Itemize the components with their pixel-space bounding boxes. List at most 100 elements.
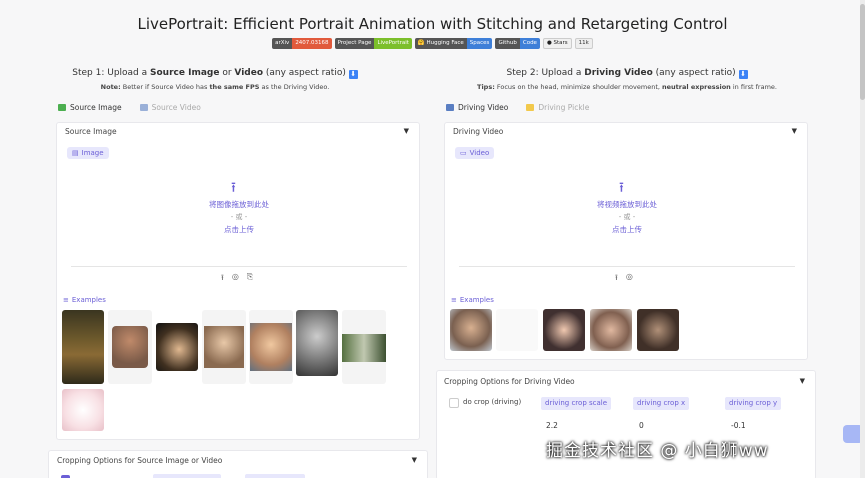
image-icon xyxy=(58,104,66,111)
or-divider: - 或 - xyxy=(618,213,636,221)
crop-source-panel: Cropping Options for Source Image or Vid… xyxy=(48,450,428,478)
badge-right: LivePortrait xyxy=(374,38,412,49)
upload-icon[interactable]: ⭱ xyxy=(231,177,236,201)
note-bold: the same FPS xyxy=(209,83,260,91)
example-thumb-child[interactable] xyxy=(202,310,246,384)
driving-crop-x-input[interactable]: 0 xyxy=(639,421,644,430)
example-thumb-driving-4[interactable] xyxy=(590,309,632,351)
click-upload-link[interactable]: 点击上传 xyxy=(159,224,319,235)
collapse-caret-icon[interactable]: ▼ xyxy=(792,127,797,135)
tip-prefix: Tips: xyxy=(477,83,495,91)
driving-crop-scale-input[interactable]: 2.2 xyxy=(546,421,558,430)
tab-label: Source Image xyxy=(70,103,122,112)
example-thumb-einstein[interactable] xyxy=(296,310,338,376)
list-icon: ≡ xyxy=(63,296,69,304)
thumb-image xyxy=(342,334,386,362)
example-thumb-driving-3[interactable] xyxy=(543,309,585,351)
note-text: Better if Source Video has xyxy=(120,83,210,91)
step2-heading: Step 2: Upload a Driving Video (any aspe… xyxy=(412,68,842,79)
upload-icon[interactable]: ⭱ xyxy=(615,272,618,286)
video-icon: ▭ xyxy=(460,149,467,157)
collapse-caret-icon[interactable]: ▼ xyxy=(404,127,409,135)
download-icon: ⬇ xyxy=(738,70,748,79)
note-suffix: as the Driving Video. xyxy=(259,83,330,91)
thumb-image xyxy=(112,326,148,368)
collapse-caret-icon[interactable]: ▼ xyxy=(412,456,417,464)
source-tabs: Source Image Source Video xyxy=(58,103,201,112)
github-icon: ● xyxy=(546,40,552,46)
field-label-chip xyxy=(245,474,305,478)
tab-driving-pickle[interactable]: Driving Pickle xyxy=(526,103,589,112)
tab-label: Driving Video xyxy=(458,103,509,112)
driving-crop-x-label: driving crop x xyxy=(633,397,690,410)
step2-prefix: Step 2: Upload a xyxy=(506,68,585,78)
divider xyxy=(459,266,795,267)
tab-source-image[interactable]: Source Image xyxy=(58,103,122,112)
step1-prefix: Step 1: Upload a xyxy=(72,68,151,78)
stars-count: 11k xyxy=(574,38,593,49)
badge-row: arXiv 2407.03168 Project Page LivePortra… xyxy=(0,38,865,49)
driving-crop-scale-label: driving crop scale xyxy=(541,397,612,410)
github-badge[interactable]: Github Code xyxy=(495,38,540,49)
page-scrollbar[interactable] xyxy=(860,0,865,478)
upload-icon[interactable]: ⭱ xyxy=(221,272,224,286)
chip-label: Video xyxy=(469,149,490,157)
project-page-badge[interactable]: Project Page LivePortrait xyxy=(334,38,412,49)
step1-heading: Step 1: Upload a Source Image or Video (… xyxy=(0,68,430,79)
driving-tabs: Driving Video Driving Pickle xyxy=(446,103,589,112)
crop-driving-title: Cropping Options for Driving Video xyxy=(444,377,575,386)
example-thumb-pearl-earring[interactable] xyxy=(156,323,198,371)
driving-crop-y-label: driving crop y xyxy=(725,397,782,410)
stars-label: Stars xyxy=(553,40,568,46)
webcam-icon[interactable]: ◎ xyxy=(626,272,633,286)
clipboard-icon[interactable]: ⎘ xyxy=(247,272,253,286)
page-title: LivePortrait: Efficient Portrait Animati… xyxy=(137,15,728,33)
tab-driving-video[interactable]: Driving Video xyxy=(446,103,508,112)
tip-bold: neutral expression xyxy=(662,83,731,91)
examples-label: ≡ Examples xyxy=(63,296,106,304)
upload-icon[interactable]: ⭱ xyxy=(619,177,624,201)
examples-text: Examples xyxy=(459,296,494,304)
thumb-image xyxy=(204,326,244,368)
example-thumb-scene[interactable] xyxy=(342,310,386,384)
do-crop-driving-label: do crop (driving) xyxy=(463,398,522,406)
source-image-panel: Source Image ▼ ▤ Image ⭱ 将图像拖放到此处 - 或 - 点… xyxy=(56,122,420,440)
tab-label: Driving Pickle xyxy=(538,103,590,112)
or-divider: - 或 - xyxy=(230,213,248,221)
tab-source-video[interactable]: Source Video xyxy=(139,103,201,112)
driving-crop-y-input[interactable]: -0.1 xyxy=(731,421,746,430)
collapse-caret-icon[interactable]: ▼ xyxy=(800,377,805,385)
badge-right: 2407.03168 xyxy=(292,38,332,49)
example-thumb-mona-lisa[interactable] xyxy=(62,310,104,384)
field-label-chip xyxy=(153,474,221,478)
example-thumb-statue[interactable] xyxy=(108,310,152,384)
example-thumb-driving-2[interactable] xyxy=(496,309,538,351)
examples-label: ≡ Examples xyxy=(451,296,494,304)
example-thumb-cartoon-boy[interactable] xyxy=(249,310,293,384)
drop-zone-text[interactable]: 将图像拖放到此处 xyxy=(159,199,319,210)
hugging-face-badge[interactable]: 🤗 Hugging Face Spaces xyxy=(414,38,493,49)
badge-left: Github xyxy=(495,38,520,49)
do-crop-driving-checkbox[interactable] xyxy=(449,398,459,408)
tip-text: Focus on the head, minimize shoulder mov… xyxy=(494,83,663,91)
step1-suffix: (any aspect ratio) xyxy=(263,68,346,78)
crop-driving-panel: Cropping Options for Driving Video ▼ do … xyxy=(436,370,816,478)
drop-zone-text[interactable]: 将视频拖放到此处 xyxy=(547,199,707,210)
example-thumb-driving-5[interactable] xyxy=(637,309,679,351)
step1-note: Note: Better if Source Video has the sam… xyxy=(0,83,430,91)
watermark-text: 掘金技术社区 @ 小白狮ww xyxy=(546,441,769,461)
github-stars-badge[interactable]: ● Stars xyxy=(542,38,572,49)
badge-left: arXiv xyxy=(272,38,293,49)
step1-bold1: Source Image xyxy=(150,68,220,78)
arxiv-badge[interactable]: arXiv 2407.03168 xyxy=(272,38,332,49)
folder-icon xyxy=(526,104,535,111)
example-thumb-driving-1[interactable] xyxy=(450,309,492,351)
badge-left: Project Page xyxy=(334,38,375,49)
note-prefix: Note: xyxy=(100,83,121,91)
panel-label: Driving Video xyxy=(453,127,504,136)
step2-tip: Tips: Focus on the head, minimize should… xyxy=(412,83,842,91)
webcam-icon[interactable]: ◎ xyxy=(232,272,239,286)
scrollbar-thumb[interactable] xyxy=(860,4,865,100)
click-upload-link[interactable]: 点击上传 xyxy=(547,224,707,235)
example-thumb-alpaca[interactable] xyxy=(62,389,104,431)
